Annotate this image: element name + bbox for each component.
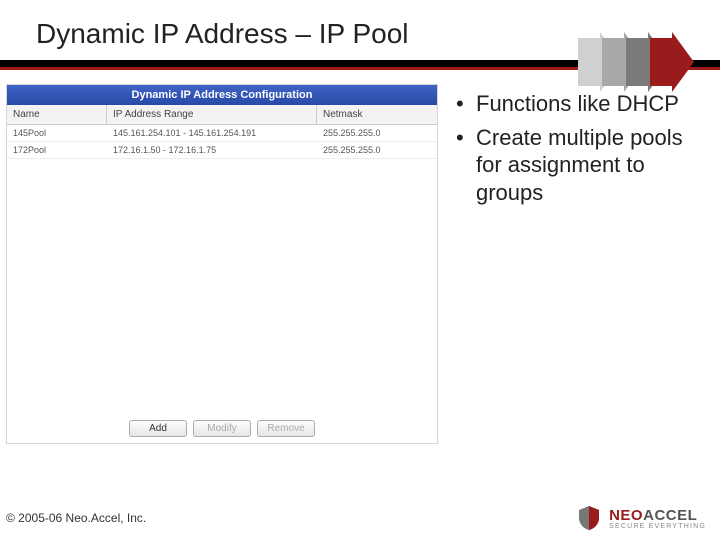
table-row[interactable]: 172Pool 172.16.1.50 - 172.16.1.75 255.25… <box>7 142 437 159</box>
cell-name: 172Pool <box>7 142 107 158</box>
cell-range: 145.161.254.101 - 145.161.254.191 <box>107 125 317 141</box>
table-row[interactable]: 145Pool 145.161.254.101 - 145.161.254.19… <box>7 125 437 142</box>
logo-text: NEOACCEL SECURE EVERYTHING <box>609 507 706 530</box>
arrows-graphic <box>578 32 708 92</box>
cell-mask: 255.255.255.0 <box>317 125 437 141</box>
logo: NEOACCEL SECURE EVERYTHING <box>575 504 706 532</box>
shield-icon <box>575 504 603 532</box>
bullet-list: Functions like DHCP Create multiple pool… <box>452 84 702 444</box>
brand-tagline: SECURE EVERYTHING <box>609 523 706 530</box>
copyright: © 2005-06 Neo.Accel, Inc. <box>6 511 146 525</box>
cell-mask: 255.255.255.0 <box>317 142 437 158</box>
cell-name: 145Pool <box>7 125 107 141</box>
cell-range: 172.16.1.50 - 172.16.1.75 <box>107 142 317 158</box>
content-area: Dynamic IP Address Configuration Name IP… <box>0 70 720 444</box>
brand-neo: NEO <box>609 507 643 524</box>
bullet-item: Functions like DHCP <box>456 90 694 118</box>
button-row: Add Modify Remove <box>7 420 437 437</box>
col-range: IP Address Range <box>107 105 317 124</box>
add-button[interactable]: Add <box>129 420 187 437</box>
footer: © 2005-06 Neo.Accel, Inc. NEOACCEL SECUR… <box>0 500 720 540</box>
column-headers: Name IP Address Range Netmask <box>7 105 437 125</box>
remove-button[interactable]: Remove <box>257 420 315 437</box>
bullet-item: Create multiple pools for assignment to … <box>456 124 694 207</box>
col-name: Name <box>7 105 107 124</box>
modify-button[interactable]: Modify <box>193 420 251 437</box>
config-panel: Dynamic IP Address Configuration Name IP… <box>6 84 438 444</box>
brand-accel: ACCEL <box>643 507 697 524</box>
col-netmask: Netmask <box>317 105 437 124</box>
divider-bar <box>0 60 720 70</box>
panel-header: Dynamic IP Address Configuration <box>7 85 437 105</box>
